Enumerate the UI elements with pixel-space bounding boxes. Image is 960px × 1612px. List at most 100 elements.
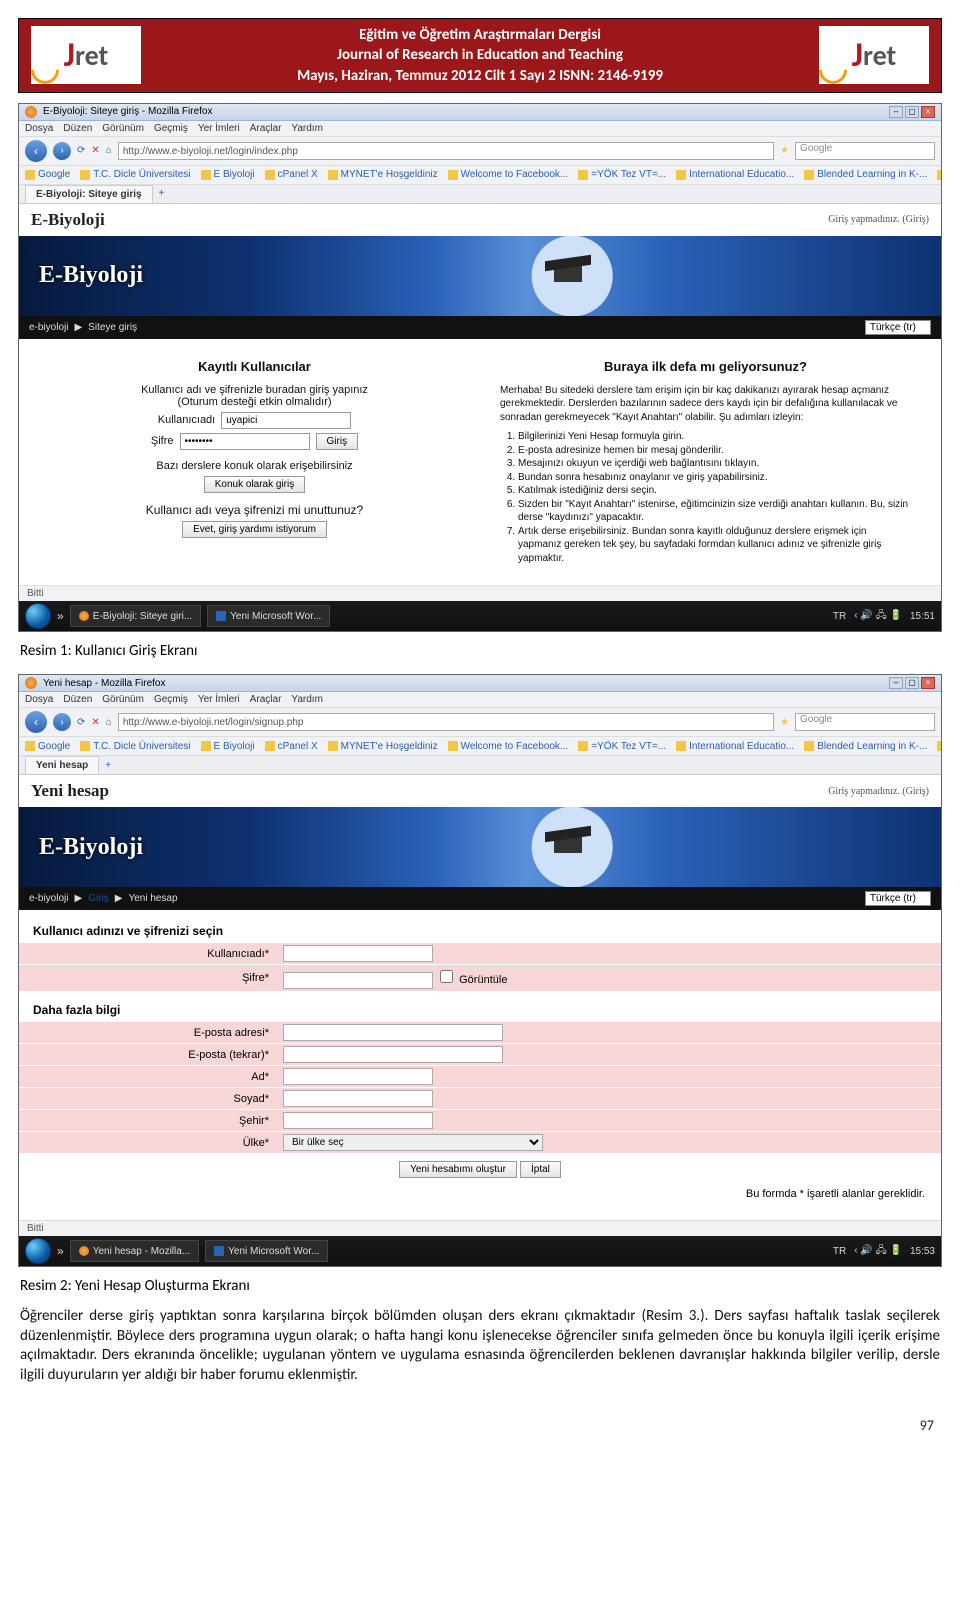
bookmark-item[interactable]: =YÖK Tez VT=... (578, 169, 666, 180)
bookmark-item[interactable]: Welcome to Facebook... (448, 169, 569, 180)
bookmark-item[interactable]: Google (25, 169, 70, 180)
menu-tools[interactable]: Araçlar (250, 123, 282, 134)
bookmark-star-icon[interactable]: ★ (780, 717, 789, 728)
search-input[interactable]: Google (795, 713, 935, 731)
breadcrumb-root[interactable]: e-biyoloji (29, 322, 68, 333)
language-select[interactable]: Türkçe (tr) (865, 891, 931, 906)
menu-edit[interactable]: Düzen (63, 694, 92, 705)
username-input[interactable] (221, 412, 351, 429)
bookmark-star-icon[interactable]: ★ (780, 145, 789, 156)
bookmark-item[interactable]: Welcome to Facebook... (448, 741, 569, 752)
reload-icon[interactable]: ⟳ (77, 145, 85, 156)
show-password-checkbox[interactable]: Görüntüle (436, 974, 507, 986)
maximize-button[interactable]: ▢ (905, 106, 919, 118)
login-status: Giriş yapmadınız. (Giriş) (828, 214, 929, 225)
start-orb[interactable] (25, 1238, 51, 1264)
menu-file[interactable]: Dosya (25, 123, 53, 134)
bookmark-item[interactable]: Blended Learning in K-... (804, 169, 927, 180)
firstname-input[interactable] (283, 1068, 433, 1085)
tray-icons[interactable]: ‹ 🔊 🖧 🔋 (854, 1243, 902, 1260)
forgot-help-button[interactable]: Evet, giriş yardımı istiyorum (182, 521, 327, 538)
stop-icon[interactable]: ✕ (91, 717, 99, 728)
email2-input[interactable] (283, 1046, 503, 1063)
home-icon[interactable]: ⌂ (106, 717, 112, 728)
tray-lang[interactable]: TR (833, 1246, 846, 1257)
close-button[interactable]: × (921, 677, 935, 689)
active-tab[interactable]: E-Biyoloji: Siteye giriş (25, 185, 153, 203)
signup-username-input[interactable] (283, 945, 433, 962)
tray-lang[interactable]: TR (833, 611, 846, 622)
bookmark-item[interactable]: T.C. Dicle Üniversitesi (80, 741, 190, 752)
language-select[interactable]: Türkçe (tr) (865, 320, 931, 335)
close-button[interactable]: × (921, 106, 935, 118)
forward-button[interactable]: › (53, 142, 71, 160)
forward-button[interactable]: › (53, 713, 71, 731)
login-desc-2: (Oturum desteği etkin olmalıdır) (49, 396, 460, 408)
bookmark-item[interactable]: T.C. Dicle Üniversitesi (80, 169, 190, 180)
guest-login-button[interactable]: Konuk olarak giriş (204, 476, 305, 493)
bookmark-item[interactable]: MYNET'e Hoşgeldiniz (328, 741, 438, 752)
bookmark-item[interactable]: cPanel X (265, 741, 318, 752)
url-input[interactable]: http://www.e-biyoloji.net/login/index.ph… (118, 142, 774, 160)
bookmark-item[interactable]: Blended Learning in K-... (804, 741, 927, 752)
maximize-button[interactable]: ▢ (905, 677, 919, 689)
taskbar-app-firefox[interactable]: E-Biyoloji: Siteye giri... (70, 605, 201, 627)
menu-bookmarks[interactable]: Yer İmleri (198, 123, 240, 134)
bookmark-item[interactable]: International Educatio... (676, 741, 794, 752)
bookmark-item[interactable]: International Educatio... (676, 169, 794, 180)
body-paragraph: Öğrenciler derse giriş yaptıktan sonra k… (0, 1301, 960, 1391)
login-button[interactable]: Giriş (316, 433, 359, 450)
bookmark-item[interactable]: Biyologlar.com (937, 741, 941, 752)
lastname-input[interactable] (283, 1090, 433, 1107)
menu-history[interactable]: Geçmiş (154, 123, 188, 134)
menu-tools[interactable]: Araçlar (250, 694, 282, 705)
city-input[interactable] (283, 1112, 433, 1129)
start-orb[interactable] (25, 603, 51, 629)
document-header: Jret Eğitim ve Öğretim Araştırmaları Der… (18, 18, 942, 93)
stop-icon[interactable]: ✕ (91, 145, 99, 156)
bookmark-item[interactable]: MYNET'e Hoşgeldiniz (328, 169, 438, 180)
tray-icons[interactable]: ‹ 🔊 🖧 🔋 (854, 608, 902, 625)
taskbar-app-word[interactable]: Yeni Microsoft Wor... (207, 605, 330, 627)
breadcrumb-root[interactable]: e-biyoloji (29, 893, 68, 904)
taskbar-app-firefox[interactable]: Yeni hesap - Mozilla... (70, 1240, 199, 1262)
signup-password-input[interactable] (283, 972, 433, 989)
new-tab-button[interactable]: + (153, 188, 171, 199)
create-account-button[interactable]: Yeni hesabımı oluştur (399, 1161, 517, 1178)
breadcrumb-mid[interactable]: Giriş (88, 893, 109, 904)
bookmark-item[interactable]: E Biyoloji (201, 741, 255, 752)
menu-bookmarks[interactable]: Yer İmleri (198, 694, 240, 705)
search-input[interactable]: Google (795, 142, 935, 160)
active-tab[interactable]: Yeni hesap (25, 756, 99, 774)
figure-caption-1: Resim 1: Kullanıcı Giriş Ekranı (0, 640, 960, 666)
bookmark-item[interactable]: cPanel X (265, 169, 318, 180)
password-input[interactable] (180, 433, 310, 450)
menu-help[interactable]: Yardım (291, 694, 323, 705)
minimize-button[interactable]: – (889, 677, 903, 689)
bookmark-item[interactable]: E Biyoloji (201, 169, 255, 180)
url-input[interactable]: http://www.e-biyoloji.net/login/signup.p… (118, 713, 774, 731)
menu-edit[interactable]: Düzen (63, 123, 92, 134)
country-select[interactable]: Bir ülke seç (283, 1134, 543, 1151)
bookmark-item[interactable]: Biyologlar.com (937, 169, 941, 180)
menu-view[interactable]: Görünüm (102, 123, 144, 134)
label-email2: E-posta (tekrar)* (19, 1049, 279, 1061)
taskbar-app-word[interactable]: Yeni Microsoft Wor... (205, 1240, 328, 1262)
menu-history[interactable]: Geçmiş (154, 694, 188, 705)
reload-icon[interactable]: ⟳ (77, 717, 85, 728)
cancel-button[interactable]: İptal (520, 1161, 561, 1178)
bookmark-item[interactable]: Google (25, 741, 70, 752)
home-icon[interactable]: ⌂ (106, 145, 112, 156)
minimize-button[interactable]: – (889, 106, 903, 118)
back-button[interactable]: ‹ (25, 140, 47, 162)
username-label: Kullanıcıadı (158, 414, 215, 426)
menu-view[interactable]: Görünüm (102, 694, 144, 705)
page-title: Yeni hesap (31, 781, 109, 801)
menu-help[interactable]: Yardım (291, 123, 323, 134)
screenshot-1: E-Biyoloji: Siteye giriş - Mozilla Firef… (18, 103, 942, 633)
back-button[interactable]: ‹ (25, 711, 47, 733)
new-tab-button[interactable]: + (99, 760, 117, 771)
bookmark-item[interactable]: =YÖK Tez VT=... (578, 741, 666, 752)
email-input[interactable] (283, 1024, 503, 1041)
menu-file[interactable]: Dosya (25, 694, 53, 705)
